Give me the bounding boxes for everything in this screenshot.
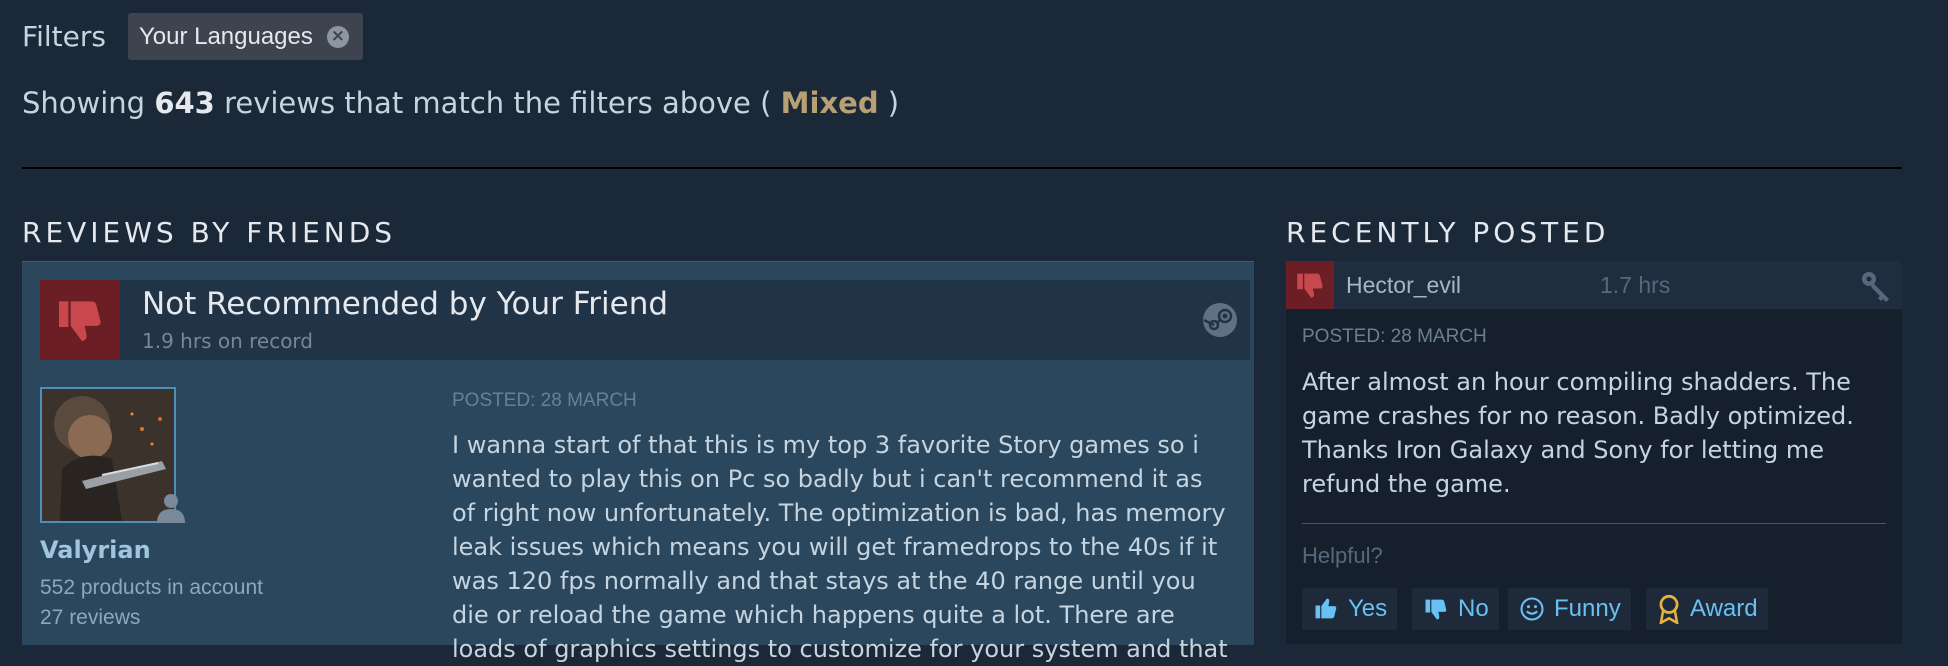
reviews-count[interactable]: 27 reviews <box>40 606 140 630</box>
vote-yes-button[interactable]: Yes <box>1302 588 1398 630</box>
language-filter-label: Your Languages <box>138 22 313 50</box>
vote-yes-label: Yes <box>1348 595 1388 622</box>
thumbs-down-icon <box>40 280 120 360</box>
posted-date: POSTED: 28 MARCH <box>452 390 637 411</box>
helpful-label: Helpful? <box>1302 543 1383 568</box>
hours-on-record: 1.9 hrs on record <box>142 329 313 353</box>
products-in-account[interactable]: 552 products in account <box>40 576 263 600</box>
section-divider <box>22 167 1902 169</box>
recent-review-body: After almost an hour compiling shadders.… <box>1302 365 1892 501</box>
recent-review-header[interactable]: Hector_evil 1.7 hrs <box>1286 261 1902 309</box>
language-filter-chip[interactable]: Your Languages × <box>127 13 363 60</box>
recent-reviewer-username[interactable]: Hector_evil <box>1346 272 1461 299</box>
friend-person-icon <box>154 490 188 524</box>
steam-logo-icon <box>1202 302 1238 338</box>
thumbs-down-icon <box>1425 599 1447 620</box>
summary-middle: reviews that match the filters above ( <box>214 86 781 120</box>
thumbs-up-icon <box>1315 598 1337 619</box>
recent-divider <box>1302 523 1886 524</box>
reviewer-username[interactable]: Valyrian <box>40 536 151 564</box>
summary-suffix: ) <box>878 86 900 120</box>
recent-posted-date: POSTED: 28 MARCH <box>1302 326 1487 347</box>
remove-filter-icon[interactable]: × <box>326 25 349 48</box>
review-line: After almost an hour compiling shadders.… <box>1302 368 1851 396</box>
review-line: loads of graphics settings to customize … <box>452 635 1228 663</box>
summary-prefix: Showing <box>22 86 155 120</box>
review-summary: Showing 643 reviews that match the filte… <box>22 86 899 120</box>
review-line: game crashes for no reason. Badly optimi… <box>1302 402 1854 430</box>
filters-bar: Filters Your Languages × <box>22 13 363 60</box>
vote-funny-label: Funny <box>1554 595 1621 622</box>
recent-review-card: Hector_evil 1.7 hrs POSTED: 28 MARCH Aft… <box>1286 261 1902 644</box>
vote-funny-button[interactable]: Funny <box>1508 588 1631 630</box>
friend-review-header[interactable]: Not Recommended by Your Friend 1.9 hrs o… <box>40 280 1250 360</box>
review-line: was 120 fps normally and that stays at t… <box>452 567 1196 595</box>
review-line: Thanks Iron Galaxy and Sony for letting … <box>1302 436 1824 464</box>
review-line: of right now unfortunately. The optimiza… <box>452 499 1226 527</box>
friend-review-card: Not Recommended by Your Friend 1.9 hrs o… <box>22 261 1254 663</box>
review-count: 643 <box>154 86 215 120</box>
smiley-icon <box>1520 597 1544 621</box>
review-line: I wanna start of that this is my top 3 f… <box>452 431 1199 459</box>
vote-no-label: No <box>1458 595 1489 622</box>
mixed-rating[interactable]: Mixed <box>781 86 879 120</box>
review-heading: Not Recommended by Your Friend <box>142 286 669 322</box>
thumbs-down-icon <box>1286 261 1334 309</box>
review-line: wanted to play this on Pc so badly but i… <box>452 465 1203 493</box>
recent-hours: 1.7 hrs <box>1600 272 1671 298</box>
friends-section-title: REVIEWS BY FRIENDS <box>22 216 397 249</box>
award-button[interactable]: Award <box>1646 588 1768 630</box>
key-icon <box>1858 268 1894 304</box>
filters-label: Filters <box>22 20 106 53</box>
review-body: I wanna start of that this is my top 3 f… <box>452 428 1242 666</box>
review-line: refund the game. <box>1302 470 1511 498</box>
award-label: Award <box>1690 595 1758 622</box>
vote-no-button[interactable]: No <box>1412 588 1499 630</box>
recent-section-title: RECENTLY POSTED <box>1286 216 1610 249</box>
review-line: leak issues which means you will get fra… <box>452 533 1218 561</box>
award-icon <box>1659 594 1679 624</box>
review-line: die or reload the game which happens qui… <box>452 601 1175 629</box>
